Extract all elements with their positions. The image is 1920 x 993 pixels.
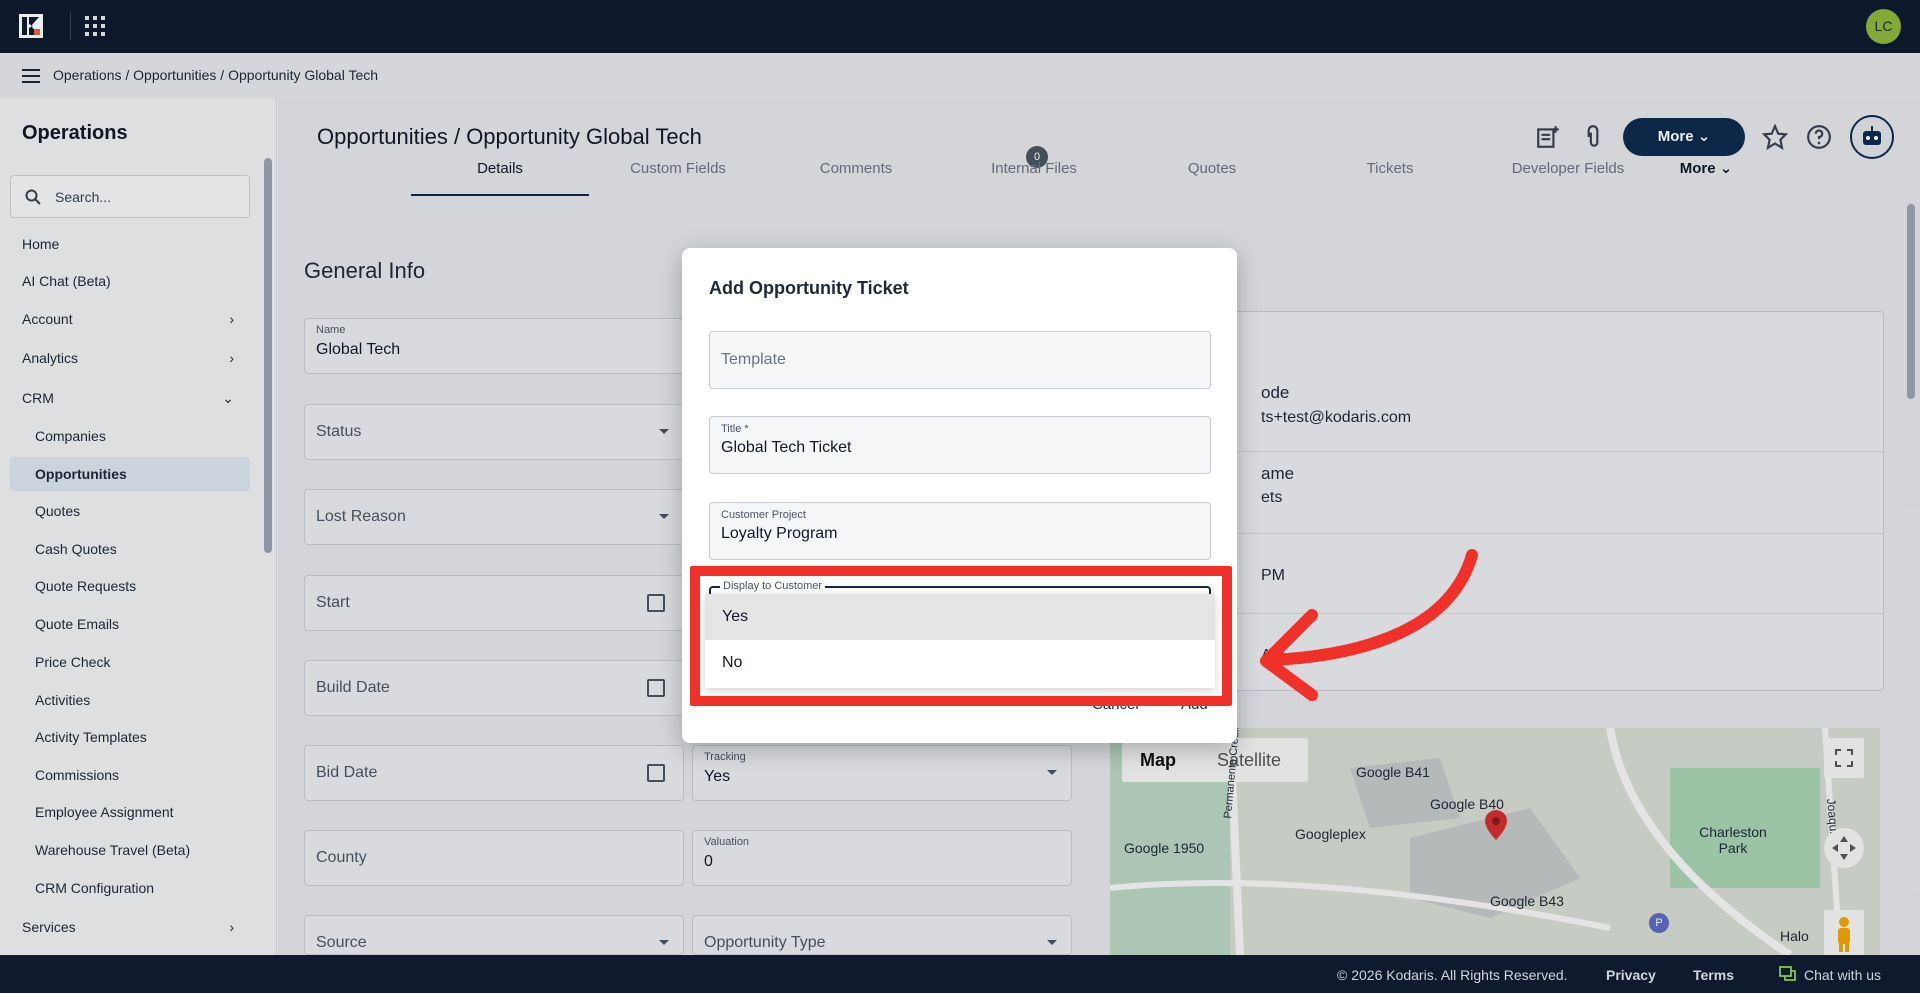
annotation-highlight-box [690,566,1232,706]
chat-icon[interactable] [1779,965,1797,983]
template-select[interactable]: Template [709,331,1211,389]
dialog-title: Add Opportunity Ticket [709,278,909,298]
customer-project-field[interactable]: Customer Project Loyalty Program [709,502,1211,560]
annotation-arrow-icon [1260,549,1478,701]
copyright-text: © 2026 Kodaris. All Rights Reserved. [1337,967,1568,983]
chat-with-us-button[interactable]: Chat with us [1804,967,1881,983]
ticket-title-field[interactable]: Title * Global Tech Ticket [709,416,1211,474]
terms-link[interactable]: Terms [1693,967,1734,983]
privacy-link[interactable]: Privacy [1606,967,1656,983]
footer: © 2026 Kodaris. All Rights Reserved. Pri… [0,955,1920,993]
